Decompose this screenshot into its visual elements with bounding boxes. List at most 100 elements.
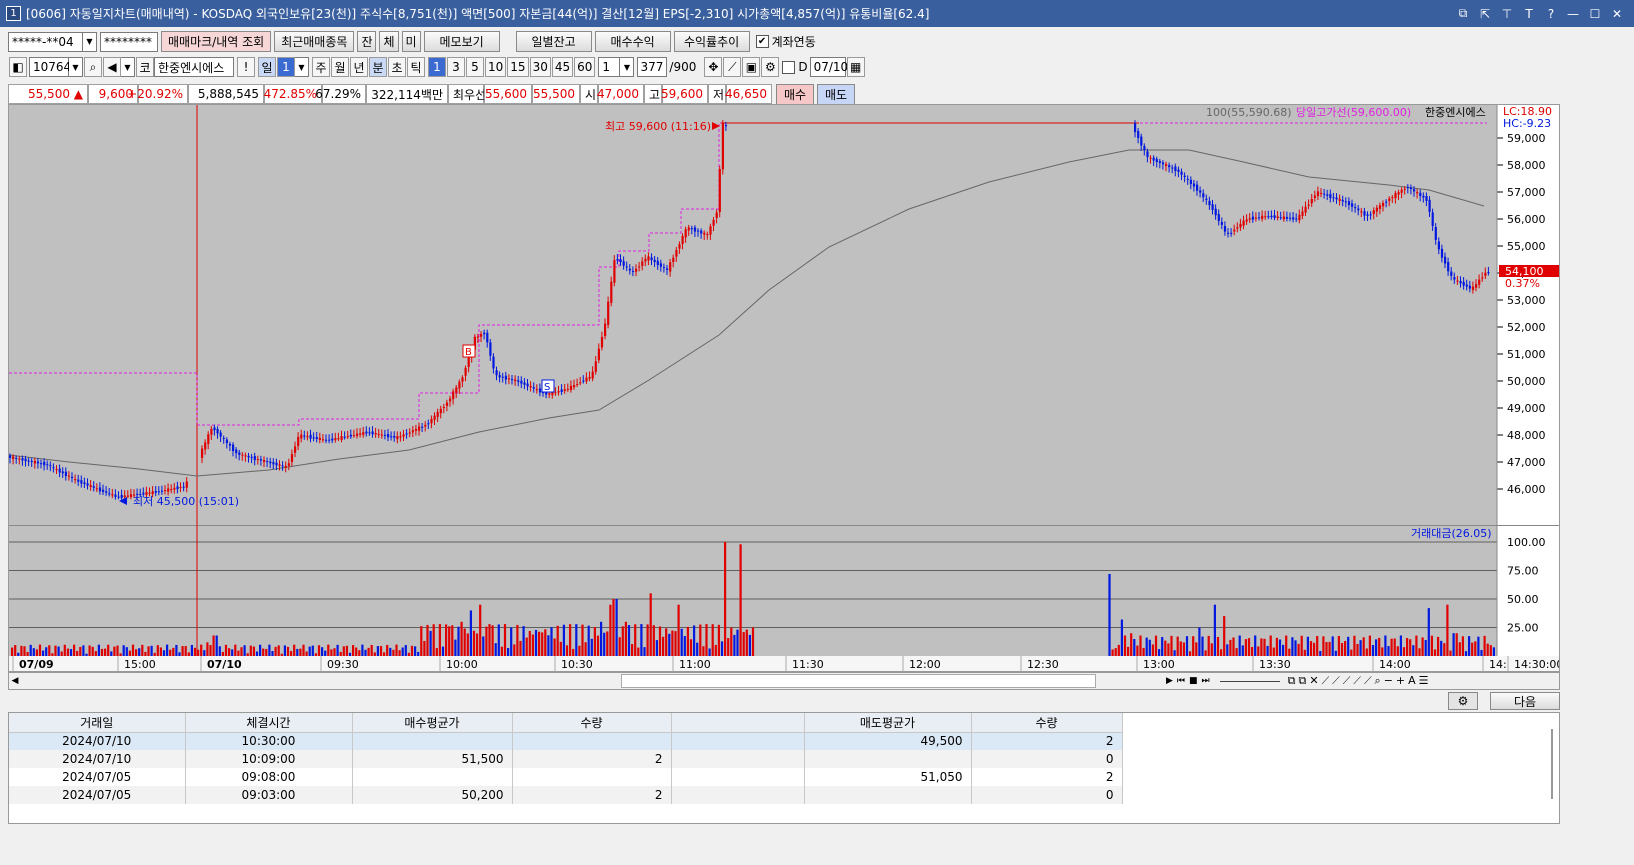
gear-icon[interactable]: ⚙ (1448, 692, 1478, 710)
interval-45-button[interactable]: 45 (551, 57, 574, 77)
period-month-button[interactable]: 월 (331, 57, 349, 77)
alert-button[interactable]: ! (237, 57, 255, 77)
candle-body (511, 379, 514, 381)
multiplier-dropdown-icon[interactable]: ▼ (620, 57, 635, 77)
sell-button[interactable]: 매도 (817, 83, 855, 105)
volume-bar (1142, 647, 1145, 656)
candle-body (1382, 202, 1385, 207)
scroll-right-icon[interactable]: ▶ (1166, 676, 1173, 686)
period-day-button[interactable]: 일 (258, 57, 276, 77)
chart-canvas[interactable]: 59,00058,00057,00056,00055,00054,00053,0… (9, 105, 1559, 671)
candle-body (1332, 197, 1335, 199)
volume-bar (748, 634, 751, 656)
last-icon[interactable]: ⏭ (1202, 676, 1210, 686)
candle-body (380, 434, 383, 436)
unfilled-button[interactable]: 미 (401, 31, 421, 52)
candle-body (436, 411, 439, 417)
memo-view-button[interactable]: 메모보기 (423, 31, 500, 52)
settings-icon[interactable]: ⚙ (761, 57, 780, 77)
next-button[interactable]: 다음 (1490, 692, 1560, 710)
table-header-row: 거래일 체결시간 매수평균가 수량 매도평균가 수량 (9, 713, 1123, 733)
candle-body (362, 432, 365, 435)
volume-bar (20, 645, 23, 656)
candle-body (604, 323, 607, 337)
bar-count-input[interactable]: 377 (637, 57, 668, 77)
calendar-icon[interactable]: ▦ (846, 57, 865, 77)
close-icon[interactable]: ✕ (1608, 5, 1626, 23)
d-checkbox[interactable] (782, 60, 796, 74)
stock-code-input[interactable]: 107640 (29, 57, 79, 77)
scroll-left-icon[interactable]: ◀ (9, 676, 21, 686)
period-num-button[interactable]: 1 (277, 57, 295, 77)
candle-body (1450, 271, 1453, 276)
candle-body (309, 434, 312, 439)
trendline-icon[interactable]: ⟋ (723, 57, 742, 77)
period-year-button[interactable]: 년 (350, 57, 368, 77)
save-icon[interactable]: ▣ (742, 57, 761, 77)
volume-bar (1328, 641, 1331, 656)
volume-bar (702, 646, 705, 656)
draw-tools-icon[interactable]: ✥ (704, 57, 723, 77)
speaker-dropdown-icon[interactable]: ▼ (121, 57, 135, 77)
interval-60-button[interactable]: 60 (574, 57, 596, 77)
buy-profit-button[interactable]: 매수수익 (594, 31, 671, 52)
daily-balance-button[interactable]: 일별잔고 (515, 31, 592, 52)
period-tick-button[interactable]: 틱 (407, 57, 425, 77)
maximize-icon[interactable]: ☐ (1586, 5, 1604, 23)
interval-5-button[interactable]: 5 (466, 57, 484, 77)
layout-icon[interactable]: ◧ (9, 57, 27, 77)
chart-scrollbar[interactable]: ◀ ▶ ⏮ ■ ⏭ ⧉⧉✕⟋⟋⟋⟋⟋⌕−+A☰ (8, 672, 1560, 690)
interval-30-button[interactable]: 30 (529, 57, 551, 77)
volume-bar (271, 651, 274, 656)
interval-15-button[interactable]: 15 (507, 57, 529, 77)
candle-body (467, 357, 470, 367)
account-select[interactable]: *****-**04 (8, 31, 83, 52)
search-icon[interactable]: ⌕ (84, 57, 102, 77)
password-field[interactable]: ******** (100, 31, 158, 52)
pin-icon[interactable]: ⊤ (1498, 5, 1516, 23)
speaker-icon[interactable]: ◀ (103, 57, 121, 77)
period-minute-button[interactable]: 분 (369, 57, 387, 77)
volume-bar (1322, 636, 1325, 656)
balance-button[interactable]: 잔 (357, 31, 377, 52)
popout-icon[interactable]: ⇱ (1476, 5, 1494, 23)
executed-button[interactable]: 체 (379, 31, 399, 52)
price-chart[interactable]: 59,00058,00057,00056,00055,00054,00053,0… (8, 104, 1560, 672)
interval-1-button[interactable]: 1 (428, 57, 446, 77)
help-icon[interactable]: ? (1542, 5, 1560, 23)
table-row[interactable]: 2024/07/05 09:03:00 50,200 2 0 (9, 786, 1123, 804)
table-row[interactable]: 2024/07/10 10:30:00 49,500 2 (9, 732, 1123, 750)
recent-trades-button[interactable]: 최근매매종목 (274, 31, 355, 52)
table-row[interactable]: 2024/07/10 10:09:00 51,500 2 0 (9, 750, 1123, 768)
scroll-thumb[interactable] (621, 674, 1096, 688)
table-scrollbar[interactable] (1551, 729, 1553, 799)
buy-button[interactable]: 매수 (776, 83, 814, 105)
volume-bar (488, 624, 491, 656)
chart-tool-icons[interactable]: ⧉⧉✕⟋⟋⟋⟋⟋⌕−+A☰ (1288, 674, 1432, 688)
app-icon: 1 (6, 6, 21, 21)
multiplier-input[interactable]: 1 (598, 57, 621, 77)
market-button[interactable]: 코 (136, 57, 154, 77)
period-dropdown-icon[interactable]: ▼ (295, 57, 309, 77)
account-link-checkbox[interactable]: ✔ (755, 35, 769, 48)
stop-icon[interactable]: ■ (1189, 676, 1198, 686)
code-dropdown-icon[interactable]: ▼ (69, 57, 83, 77)
trade-marks-query-button[interactable]: 매매마크/내역 조회 (161, 31, 272, 52)
profit-trend-button[interactable]: 수익률추이 (673, 31, 750, 52)
interval-3-button[interactable]: 3 (447, 57, 465, 77)
link-window-icon[interactable]: ⧉ (1454, 5, 1472, 23)
table-cell: 0 (971, 750, 1123, 768)
candle-body (359, 433, 362, 435)
candle-body (424, 424, 427, 427)
text-icon[interactable]: T (1520, 5, 1538, 23)
period-second-button[interactable]: 초 (388, 57, 406, 77)
candle-body (49, 465, 52, 467)
first-icon[interactable]: ⏮ (1177, 676, 1185, 686)
interval-10-button[interactable]: 10 (485, 57, 507, 77)
minimize-icon[interactable]: — (1564, 5, 1582, 23)
chevron-down-icon[interactable]: ▼ (83, 31, 97, 52)
period-week-button[interactable]: 주 (312, 57, 330, 77)
date-input[interactable]: 07/10 (809, 57, 848, 77)
table-row[interactable]: 2024/07/05 09:08:00 51,050 2 (9, 768, 1123, 786)
zoom-slider[interactable] (1219, 680, 1280, 682)
